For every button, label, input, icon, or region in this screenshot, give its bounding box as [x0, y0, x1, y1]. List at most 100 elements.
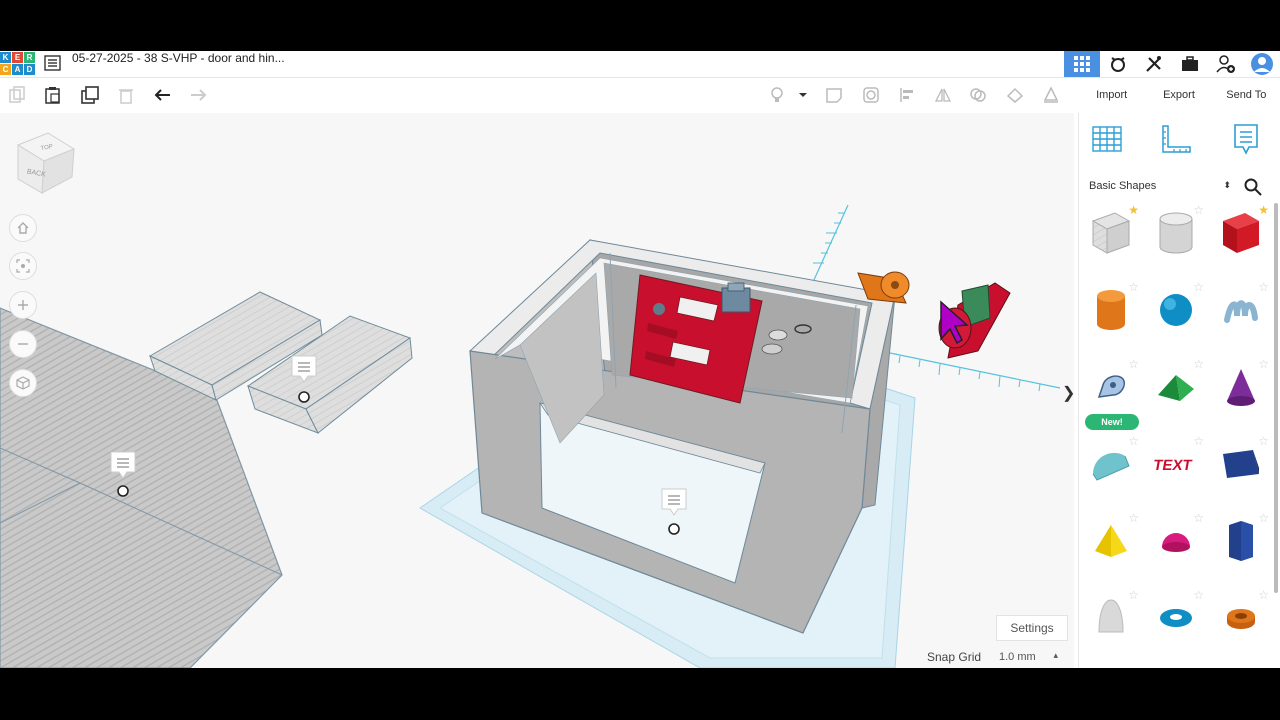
polygon-shape[interactable]: ☆ [1211, 511, 1271, 571]
torus-shape[interactable]: ☆ [1146, 588, 1206, 648]
avatar-icon[interactable] [1244, 51, 1280, 77]
undo-icon[interactable] [152, 85, 174, 105]
paste-icon[interactable] [42, 85, 64, 105]
notes-icon[interactable] [1229, 121, 1263, 157]
text-shape[interactable]: TEXT ☆ [1146, 434, 1206, 494]
hole-icon[interactable] [860, 85, 882, 105]
cylinder-shape[interactable]: ☆ [1081, 280, 1141, 340]
workplane-icon[interactable] [1040, 85, 1062, 105]
3d-viewport[interactable]: TOP BACK ❯ Settings Snap Grid 1.0 mm ▴ [0, 113, 1075, 668]
pyramid-shape[interactable]: ☆ [1081, 511, 1141, 571]
redo-icon[interactable] [187, 85, 209, 105]
favorite-star-icon[interactable]: ☆ [1258, 511, 1269, 525]
ruler-icon[interactable] [1159, 121, 1193, 157]
favorite-star-icon[interactable]: ☆ [1193, 357, 1204, 371]
logo-letter: D [24, 64, 35, 75]
import-button[interactable]: Import [1078, 77, 1145, 113]
favorite-star-icon[interactable]: ☆ [1128, 357, 1139, 371]
box-shape[interactable]: ★ [1211, 203, 1271, 263]
export-button[interactable]: Export [1145, 77, 1212, 113]
import-export-tabs: Import Export Send To [1078, 77, 1280, 113]
shape-library-select[interactable]: Basic Shapes ⬍ [1085, 175, 1235, 197]
favorite-star-icon[interactable]: ☆ [1258, 357, 1269, 371]
favorite-star-icon[interactable]: ☆ [1193, 511, 1204, 525]
logo-letter: R [24, 52, 35, 63]
shapes-panel: Basic Shapes ⬍ ★ ☆ ★ ☆ ☆ ☆ ☆ New! ☆ ☆ ☆ … [1078, 113, 1280, 668]
settings-button[interactable]: Settings [996, 615, 1068, 641]
zoom-in-icon[interactable] [9, 291, 37, 319]
scene-canvas[interactable] [0, 113, 1074, 668]
tinkercad-logo[interactable]: K E R C A D [0, 52, 35, 76]
select-caret-icon: ⬍ [1223, 180, 1231, 190]
fit-view-icon[interactable] [9, 252, 37, 280]
cone-shape[interactable]: ☆ [1211, 357, 1271, 417]
favorite-star-icon[interactable]: ☆ [1193, 203, 1204, 217]
roof-shape[interactable]: ☆ [1146, 357, 1206, 417]
text-shape-label: TEXT [1154, 457, 1194, 474]
zoom-out-icon[interactable] [9, 330, 37, 358]
send-to-button[interactable]: Send To [1213, 77, 1280, 113]
tinkercad-app: K E R C A D 05-27-2025 - 38 S-VHP - door… [0, 51, 1280, 668]
scribble-shape[interactable]: ☆ [1211, 280, 1271, 340]
snap-grid-select[interactable]: 1.0 mm ▴ [994, 647, 1064, 667]
perspective-icon[interactable] [9, 369, 37, 397]
header-actions [1064, 51, 1280, 77]
logo-letter: A [12, 64, 23, 75]
collapse-panel-chevron-icon[interactable]: ❯ [1062, 383, 1075, 403]
snap-caret-icon: ▴ [1053, 650, 1058, 660]
favorite-star-icon[interactable]: ☆ [1128, 434, 1139, 448]
duplicate-icon[interactable] [79, 85, 101, 105]
design-title[interactable]: 05-27-2025 - 38 S-VHP - door and hin... [72, 51, 285, 65]
sphere-shape[interactable]: ☆ [1146, 280, 1206, 340]
add-user-icon[interactable] [1208, 51, 1244, 77]
round-roof-shape[interactable]: ☆ [1081, 434, 1141, 494]
shape-generator-shape[interactable]: ☆ [1081, 357, 1141, 417]
favorite-star-icon[interactable]: ☆ [1128, 280, 1139, 294]
shape-library-value: Basic Shapes [1089, 180, 1157, 192]
favorite-star-icon[interactable]: ☆ [1193, 434, 1204, 448]
favorite-star-icon[interactable]: ☆ [1128, 588, 1139, 602]
delete-icon[interactable] [115, 85, 137, 105]
align-icon[interactable] [896, 85, 918, 105]
logo-letter: E [12, 52, 23, 63]
tools-icon[interactable] [1136, 51, 1172, 77]
half-sphere-shape[interactable]: ☆ [1146, 511, 1206, 571]
simulate-icon[interactable] [1100, 51, 1136, 77]
group-icon[interactable] [967, 85, 989, 105]
new-badge: New! [1085, 414, 1139, 430]
search-icon[interactable] [1241, 175, 1265, 199]
snap-grid-label: Snap Grid [927, 650, 982, 664]
edit-toolbar [0, 77, 1074, 113]
tube-shape[interactable]: ☆ [1211, 588, 1271, 648]
grid-view-icon[interactable] [1064, 51, 1100, 77]
favorite-star-icon[interactable]: ☆ [1128, 511, 1139, 525]
favorite-star-icon[interactable]: ☆ [1258, 280, 1269, 294]
panel-view-icons [1079, 121, 1280, 161]
mirror-icon[interactable] [932, 85, 954, 105]
light-icon[interactable] [766, 85, 788, 105]
favorite-star-icon[interactable]: ☆ [1193, 588, 1204, 602]
note-icon[interactable] [823, 85, 845, 105]
box-hole-shape[interactable]: ★ [1081, 203, 1141, 263]
favorite-star-icon[interactable]: ☆ [1193, 280, 1204, 294]
copy-icon[interactable] [6, 85, 28, 105]
snap-grid-value: 1.0 mm [999, 651, 1036, 663]
paraboloid-shape[interactable]: ☆ [1081, 588, 1141, 648]
briefcase-icon[interactable] [1172, 51, 1208, 77]
design-list-icon[interactable] [44, 55, 62, 71]
wedge-shape[interactable]: ☆ [1211, 434, 1271, 494]
ungroup-icon[interactable] [1004, 85, 1026, 105]
logo-letter: C [0, 64, 11, 75]
workplane-grid-icon[interactable] [1090, 121, 1124, 157]
view-cube[interactable]: TOP BACK [14, 131, 76, 195]
dropdown-icon[interactable] [794, 85, 812, 105]
home-view-icon[interactable] [9, 214, 37, 242]
cylinder-hole-shape[interactable]: ☆ [1146, 203, 1206, 263]
favorite-star-icon[interactable]: ★ [1128, 203, 1139, 217]
favorite-star-icon[interactable]: ★ [1258, 203, 1269, 217]
favorite-star-icon[interactable]: ☆ [1258, 434, 1269, 448]
favorite-star-icon[interactable]: ☆ [1258, 588, 1269, 602]
panel-scrollbar[interactable] [1274, 203, 1278, 593]
top-header: K E R C A D 05-27-2025 - 38 S-VHP - door… [0, 51, 1280, 78]
logo-letter: K [0, 52, 11, 63]
